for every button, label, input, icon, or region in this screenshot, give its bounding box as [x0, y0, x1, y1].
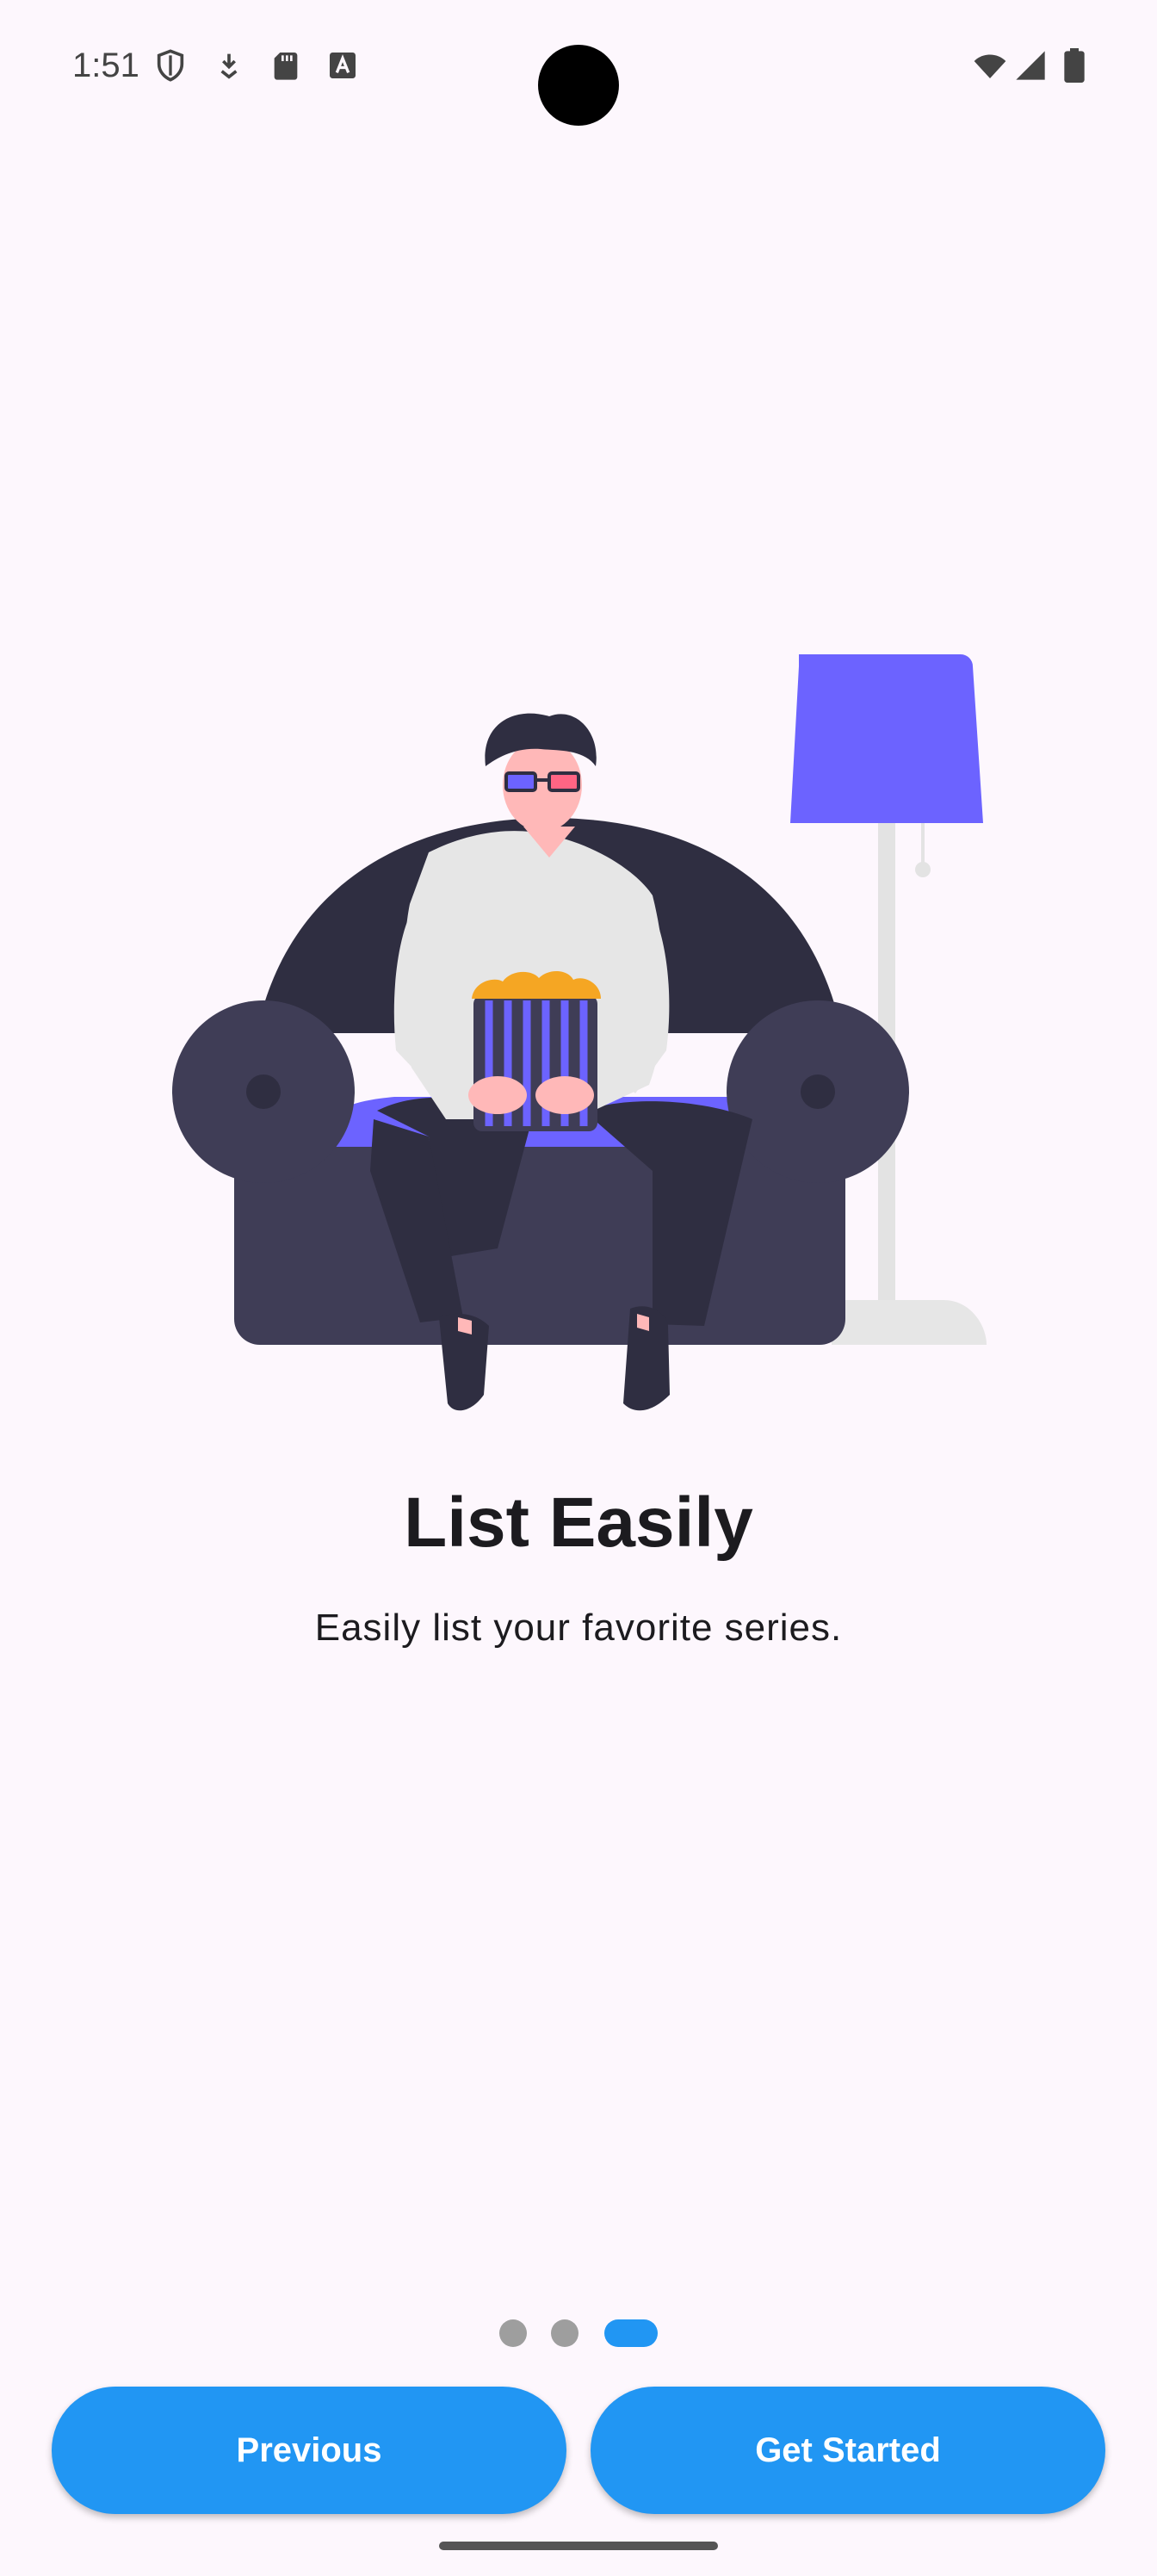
status-bar: 1:51 [0, 0, 1157, 138]
front-camera [538, 45, 619, 126]
gesture-navigation-bar[interactable] [439, 2542, 718, 2550]
status-time: 1:51 [72, 46, 139, 84]
signal-icon [1016, 51, 1045, 80]
text-a-icon [330, 53, 356, 78]
page-dot-1 [499, 2319, 527, 2347]
sd-card-icon [274, 53, 298, 80]
page-indicator [0, 2319, 1157, 2347]
page-dot-3-active [604, 2319, 658, 2347]
wifi-icon [974, 54, 1006, 78]
onboarding-subtitle: Easily list your favorite series. [314, 1607, 843, 1649]
shield-icon [157, 49, 184, 82]
previous-button[interactable]: Previous [52, 2387, 566, 2514]
get-started-button[interactable]: Get Started [591, 2387, 1105, 2514]
sofa-popcorn-illustration [172, 654, 987, 1411]
download-icon [220, 53, 238, 79]
onboarding-title: List Easily [404, 1483, 753, 1562]
page-dot-2 [551, 2319, 578, 2347]
battery-icon [1064, 48, 1085, 83]
